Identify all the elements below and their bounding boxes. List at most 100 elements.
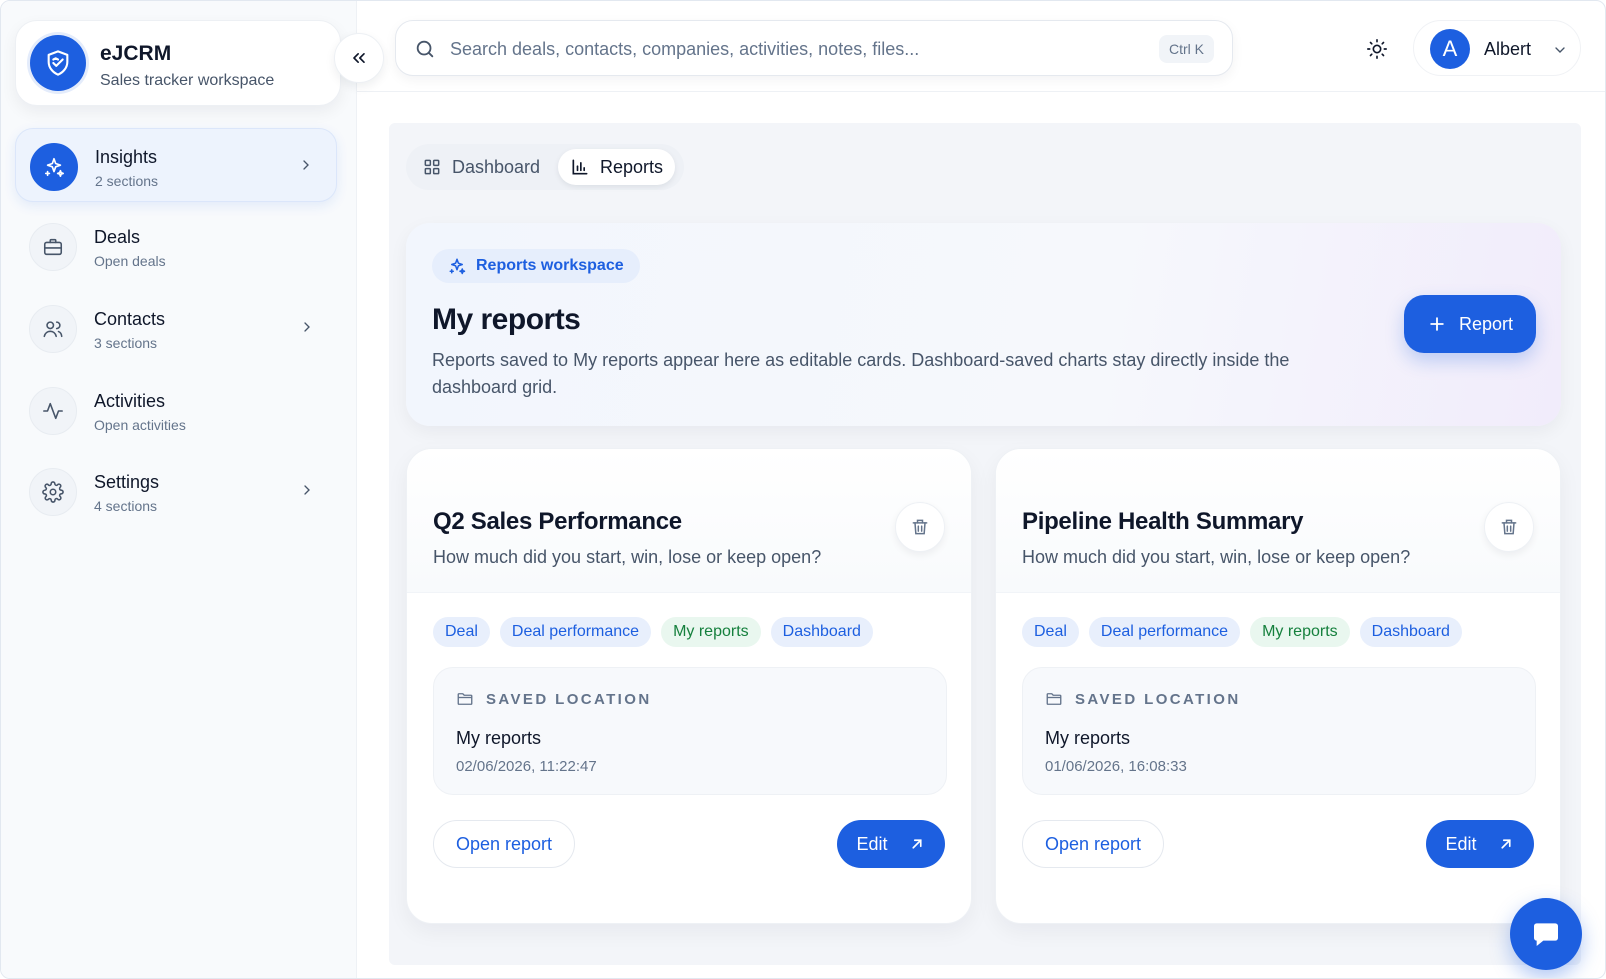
sidebar-item-label: Contacts bbox=[94, 309, 166, 329]
chevron-down-icon bbox=[1555, 47, 1565, 53]
saved-location-label: SAVED LOCATION bbox=[486, 690, 652, 708]
trash-icon bbox=[1501, 519, 1517, 535]
search-shortcut-badge: Ctrl K bbox=[1159, 35, 1214, 63]
sidebar-item-sub: Open activities bbox=[94, 417, 186, 433]
tag: My reports bbox=[661, 617, 761, 647]
tag: Deal bbox=[1022, 617, 1079, 647]
sidebar-item-sub: Open deals bbox=[94, 253, 166, 269]
tab-label: Dashboard bbox=[452, 156, 541, 177]
tag: My reports bbox=[1250, 617, 1350, 647]
handshake-shield-icon bbox=[30, 35, 86, 91]
arrow-up-right-icon bbox=[1500, 839, 1511, 849]
saved-location-box: SAVED LOCATION My reports 02/06/2026, 11… bbox=[433, 667, 947, 795]
plus-icon bbox=[1430, 317, 1444, 331]
saved-timestamp: 01/06/2026, 16:08:33 bbox=[1045, 758, 1187, 775]
global-search[interactable]: Ctrl K bbox=[395, 20, 1233, 76]
report-card: Q2 Sales Performance How much did you st… bbox=[406, 448, 972, 924]
edit-report-button[interactable]: Edit bbox=[1426, 820, 1534, 868]
sidebar-item-sub: 3 sections bbox=[94, 335, 158, 351]
chevron-right-icon bbox=[303, 160, 309, 170]
tag: Deal performance bbox=[499, 617, 652, 647]
sidebar-item-label: Settings bbox=[94, 472, 160, 492]
view-tabs: Dashboard Reports bbox=[406, 144, 684, 190]
brand-card[interactable]: eJCRM Sales tracker workspace bbox=[15, 20, 341, 106]
saved-location-name: My reports bbox=[1045, 728, 1131, 748]
reports-hero: Reports workspace My reports Reports sav… bbox=[406, 223, 1561, 426]
sidebar-item-contacts[interactable]: Contacts 3 sections bbox=[15, 291, 337, 365]
sidebar-item-activities[interactable]: Activities Open activities bbox=[15, 373, 337, 447]
topbar-divider bbox=[357, 91, 1605, 92]
sidebar-item-sub: 4 sections bbox=[94, 498, 158, 514]
report-description: How much did you start, win, lose or kee… bbox=[1022, 547, 1411, 567]
sidebar-item-label: Insights bbox=[95, 147, 158, 167]
sidebar: eJCRM Sales tracker workspace Insights 2… bbox=[1, 1, 384, 978]
gear-icon bbox=[29, 468, 77, 516]
tab-reports[interactable]: Reports bbox=[558, 149, 676, 185]
chevron-right-icon bbox=[304, 485, 310, 495]
bar-chart-icon bbox=[572, 159, 588, 175]
report-tags: Deal Deal performance My reports Dashboa… bbox=[433, 617, 873, 647]
trash-icon bbox=[912, 519, 928, 535]
folder-icon bbox=[1046, 693, 1062, 705]
brand-title: eJCRM bbox=[100, 42, 172, 65]
activity-icon bbox=[29, 387, 77, 435]
sidebar-item-label: Deals bbox=[94, 227, 141, 247]
sparkles-icon bbox=[30, 143, 78, 191]
folder-icon bbox=[457, 693, 473, 705]
collapse-sidebar-button[interactable] bbox=[334, 33, 384, 83]
tag: Dashboard bbox=[1359, 617, 1462, 647]
new-report-button[interactable]: Report bbox=[1404, 295, 1536, 353]
edit-report-button[interactable]: Edit bbox=[837, 820, 945, 868]
saved-timestamp: 02/06/2026, 11:22:47 bbox=[456, 758, 597, 775]
sidebar-item-label: Activities bbox=[94, 391, 166, 411]
edit-label: Edit bbox=[1445, 833, 1477, 854]
sparkles-icon bbox=[449, 258, 466, 275]
report-tags: Deal Deal performance My reports Dashboa… bbox=[1022, 617, 1462, 647]
sidebar-item-sub: 2 sections bbox=[95, 173, 159, 189]
page-description: Reports saved to My reports appear here … bbox=[432, 350, 1290, 397]
tab-dashboard[interactable]: Dashboard bbox=[410, 149, 552, 185]
chevrons-left-icon bbox=[353, 53, 365, 64]
report-title: Q2 Sales Performance bbox=[433, 508, 682, 535]
app-window: eJCRM Sales tracker workspace Insights 2… bbox=[0, 0, 1606, 979]
search-icon bbox=[416, 40, 434, 58]
sun-icon bbox=[1367, 39, 1387, 59]
theme-toggle-button[interactable] bbox=[1359, 31, 1395, 67]
user-menu[interactable]: A Albert bbox=[1413, 20, 1581, 76]
report-card: Pipeline Health Summary How much did you… bbox=[995, 448, 1561, 924]
users-icon bbox=[29, 305, 77, 353]
chat-bubble-icon bbox=[1534, 923, 1558, 946]
briefcase-icon bbox=[29, 223, 77, 271]
tag: Dashboard bbox=[770, 617, 873, 647]
sidebar-item-deals[interactable]: Deals Open deals bbox=[15, 209, 337, 283]
chat-button[interactable] bbox=[1510, 898, 1582, 970]
saved-location-label: SAVED LOCATION bbox=[1075, 690, 1241, 708]
delete-report-button[interactable] bbox=[1484, 502, 1534, 552]
sidebar-item-insights[interactable]: Insights 2 sections bbox=[15, 128, 337, 202]
edit-label: Edit bbox=[856, 833, 888, 854]
arrow-up-right-icon bbox=[911, 839, 922, 849]
report-description: How much did you start, win, lose or kee… bbox=[433, 547, 822, 567]
saved-location-name: My reports bbox=[456, 728, 542, 748]
chip-label: Reports workspace bbox=[476, 257, 624, 274]
open-report-button[interactable]: Open report bbox=[1022, 820, 1165, 868]
tab-label: Reports bbox=[600, 156, 664, 177]
page-title: My reports bbox=[432, 303, 581, 336]
saved-location-heading: SAVED LOCATION bbox=[1045, 690, 1241, 708]
saved-location-heading: SAVED LOCATION bbox=[456, 690, 652, 708]
chevron-right-icon bbox=[304, 322, 310, 332]
tag: Deal performance bbox=[1088, 617, 1241, 647]
report-title: Pipeline Health Summary bbox=[1022, 508, 1304, 535]
open-report-button[interactable]: Open report bbox=[433, 820, 576, 868]
avatar: A bbox=[1430, 29, 1470, 69]
new-report-label: Report bbox=[1458, 313, 1514, 334]
brand-subtitle: Sales tracker workspace bbox=[100, 72, 275, 89]
tag: Deal bbox=[433, 617, 490, 647]
saved-location-box: SAVED LOCATION My reports 01/06/2026, 16… bbox=[1022, 667, 1536, 795]
search-input[interactable] bbox=[450, 35, 1150, 63]
delete-report-button[interactable] bbox=[895, 502, 945, 552]
sidebar-item-settings[interactable]: Settings 4 sections bbox=[15, 454, 337, 528]
reports-workspace-chip: Reports workspace bbox=[432, 249, 640, 283]
grid-icon bbox=[424, 159, 440, 175]
user-name: Albert bbox=[1484, 39, 1532, 59]
